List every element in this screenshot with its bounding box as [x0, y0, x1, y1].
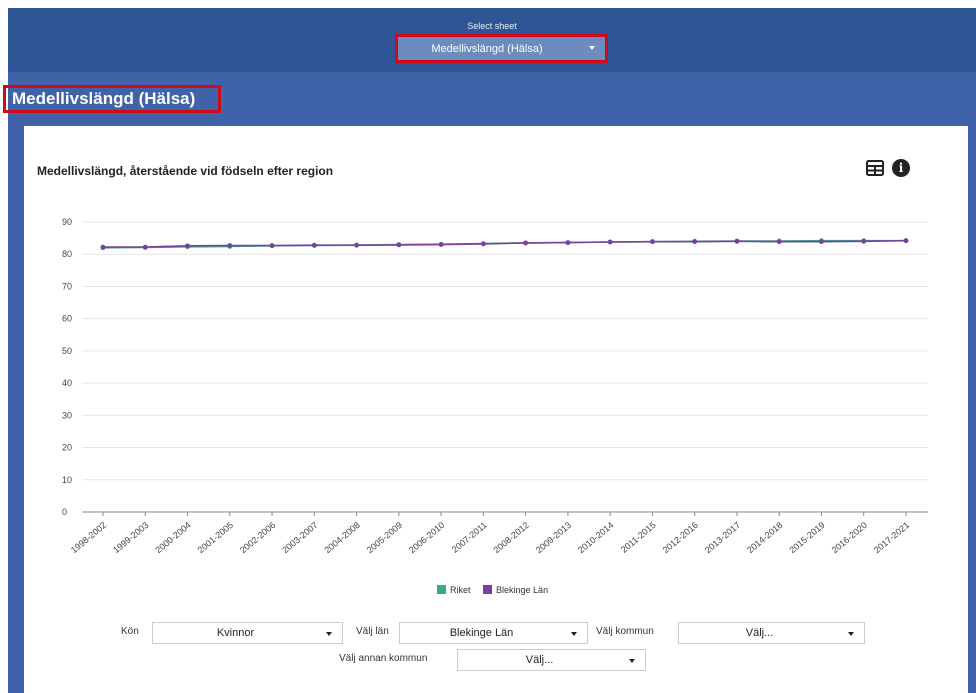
chart-legend: Riket Blekinge Län: [437, 585, 558, 595]
data-point: [861, 238, 867, 244]
data-point: [227, 243, 233, 248]
x-tick-label: 2012-2016: [661, 520, 700, 555]
chevron-down-icon: [848, 632, 854, 636]
lan-dropdown[interactable]: Blekinge Län: [399, 622, 588, 644]
series-line-2: [103, 239, 907, 248]
data-point: [185, 243, 190, 249]
data-point: [776, 239, 782, 245]
legend-swatch-riket: [437, 585, 446, 594]
data-point: [903, 238, 909, 244]
y-tick-label: 40: [62, 378, 72, 388]
annan-kommun-label: Välj annan kommun: [339, 653, 428, 664]
x-tick-label: 1999-2003: [111, 520, 150, 555]
x-tick-label: 2000-2004: [153, 520, 192, 555]
x-tick-label: 2006-2010: [407, 520, 446, 555]
x-tick-label: 1998-2002: [69, 520, 108, 555]
x-tick-label: 2008-2012: [492, 520, 531, 555]
lan-label: Välj län: [356, 626, 389, 637]
x-tick-label: 2001-2005: [196, 520, 235, 555]
x-tick-label: 2017-2021: [872, 520, 911, 555]
data-point: [607, 239, 613, 245]
data-point: [650, 239, 655, 245]
data-point: [523, 240, 529, 246]
legend-item-blekinge[interactable]: Blekinge Län: [483, 585, 548, 595]
kon-label: Kön: [121, 626, 139, 637]
x-tick-label: 2005-2009: [365, 520, 404, 555]
data-point: [565, 240, 571, 246]
annan-kommun-value: Välj...: [525, 654, 554, 666]
data-point: [692, 239, 698, 245]
data-point: [354, 242, 359, 248]
y-tick-label: 80: [62, 249, 72, 259]
data-point: [480, 241, 486, 247]
data-point: [142, 244, 148, 250]
kommun-label: Välj kommun: [596, 626, 654, 637]
chevron-down-icon: [571, 632, 577, 636]
annan-kommun-dropdown[interactable]: Välj...: [457, 649, 646, 671]
data-point: [311, 242, 317, 248]
y-tick-label: 0: [62, 507, 67, 517]
data-point: [734, 238, 740, 244]
kon-dropdown[interactable]: Kvinnor: [152, 622, 343, 644]
data-point: [819, 239, 824, 245]
x-tick-label: 2010-2014: [576, 520, 615, 555]
chevron-down-icon: [326, 632, 332, 636]
x-tick-label: 2004-2008: [322, 520, 361, 555]
kommun-value: Välj...: [745, 627, 774, 639]
y-tick-label: 20: [62, 443, 72, 453]
chevron-down-icon: [629, 659, 635, 663]
lan-value: Blekinge Län: [449, 627, 514, 639]
x-tick-label: 2013-2017: [703, 520, 742, 555]
legend-label-blekinge: Blekinge Län: [496, 585, 549, 595]
y-tick-label: 30: [62, 410, 72, 420]
legend-label-riket: Riket: [450, 585, 471, 595]
x-tick-label: 2003-2007: [280, 520, 319, 555]
y-tick-label: 60: [62, 314, 72, 324]
data-point: [100, 244, 106, 250]
kon-value: Kvinnor: [216, 627, 255, 639]
x-tick-label: 2014-2018: [745, 520, 784, 555]
x-tick-label: 2016-2020: [830, 520, 869, 555]
data-point: [396, 242, 402, 248]
x-tick-label: 2009-2013: [534, 520, 573, 555]
x-tick-label: 2002-2006: [238, 520, 277, 555]
data-point: [438, 242, 444, 247]
data-point: [269, 243, 275, 248]
y-tick-label: 10: [62, 475, 72, 485]
legend-item-riket[interactable]: Riket: [437, 585, 471, 595]
kommun-dropdown[interactable]: Välj...: [678, 622, 865, 644]
y-tick-label: 70: [62, 281, 72, 291]
x-tick-label: 2015-2019: [787, 520, 826, 555]
x-tick-label: 2011-2015: [619, 520, 658, 555]
y-tick-label: 50: [62, 346, 72, 356]
x-tick-label: 2007-2011: [450, 520, 489, 555]
y-tick-label: 90: [62, 217, 72, 227]
legend-swatch-blekinge: [483, 585, 493, 594]
